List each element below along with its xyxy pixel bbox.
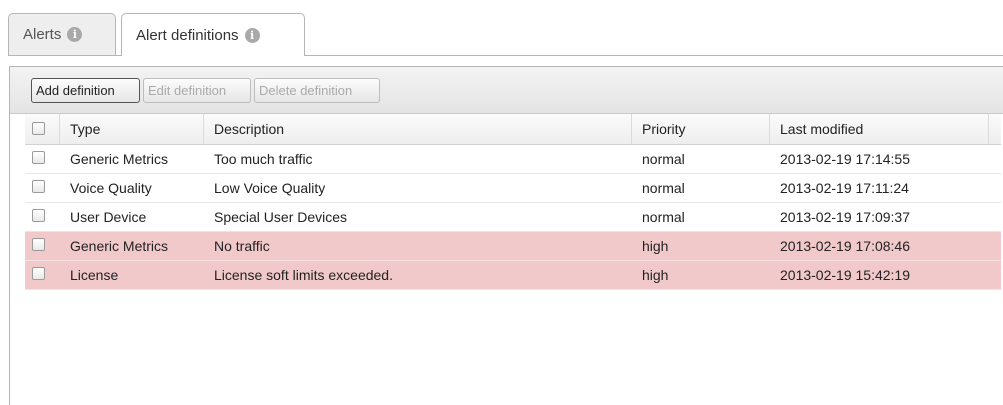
toolbar: Add definition Edit definition Delete de… (10, 67, 1003, 114)
definitions-table: Type Description Priority Last modified … (25, 114, 1001, 290)
row-select-cell (25, 203, 60, 231)
column-header-description[interactable]: Description (204, 114, 632, 144)
select-all-cell (25, 114, 60, 144)
table-row[interactable]: Generic Metrics No traffic high 2013-02-19 … (25, 232, 1001, 261)
table-header: Type Description Priority Last modified (25, 114, 1001, 145)
cell-priority: normal (642, 151, 685, 167)
cell-type: Generic Metrics (70, 238, 169, 254)
row-select-cell (25, 232, 60, 260)
select-all-checkbox[interactable] (32, 122, 45, 135)
edit-definition-button[interactable]: Edit definition (143, 78, 251, 103)
cell-last-modified: 2013-02-19 17:08:46 (780, 238, 910, 254)
cell-description: Special User Devices (214, 209, 348, 225)
alert-definitions-panel: Add definition Edit definition Delete de… (9, 66, 1003, 405)
row-checkbox[interactable] (32, 151, 45, 164)
cell-last-modified: 2013-02-19 17:09:37 (780, 209, 910, 225)
cell-description: Low Voice Quality (214, 180, 326, 196)
cell-description: No traffic (214, 238, 270, 254)
tab-alerts[interactable]: Alerts i (8, 13, 116, 55)
column-header-priority[interactable]: Priority (632, 114, 770, 144)
table-row[interactable]: License License soft limits exceeded. high… (25, 261, 1001, 290)
row-checkbox[interactable] (32, 180, 45, 193)
table-row[interactable]: User Device Special User Devices normal 201… (25, 203, 1001, 232)
row-checkbox[interactable] (32, 209, 45, 222)
cell-priority: normal (642, 209, 685, 225)
add-definition-button[interactable]: Add definition (31, 78, 140, 103)
cell-type: License (70, 267, 119, 283)
table-row[interactable]: Voice Quality Low Voice Quality normal 2013… (25, 174, 1001, 203)
column-header-last-modified[interactable]: Last modified (770, 114, 989, 144)
cell-last-modified: 2013-02-19 17:11:24 (780, 180, 909, 196)
cell-type: Generic Metrics (70, 151, 169, 167)
cell-priority: normal (642, 180, 685, 196)
cell-last-modified: 2013-02-19 17:14:55 (780, 151, 910, 167)
info-icon[interactable]: i (244, 27, 260, 43)
tab-bar: Alerts i Alert definitions i (0, 0, 1003, 56)
column-header-spacer (989, 114, 1001, 144)
row-select-cell (25, 261, 60, 289)
tab-alert-definitions-label: Alert definitions (136, 26, 239, 44)
row-select-cell (25, 145, 60, 173)
table-body: Generic Metrics Too much traffic normal 201… (25, 145, 1001, 290)
cell-type: User Device (70, 209, 147, 225)
info-icon[interactable]: i (67, 27, 83, 42)
table-row[interactable]: Generic Metrics Too much traffic normal 201… (25, 145, 1001, 174)
cell-description: Too much traffic (214, 151, 313, 167)
row-checkbox[interactable] (32, 267, 45, 280)
cell-description: License soft limits exceeded. (214, 267, 393, 283)
delete-definition-button[interactable]: Delete definition (254, 78, 380, 103)
cell-type: Voice Quality (70, 180, 152, 196)
tab-alert-definitions[interactable]: Alert definitions i (121, 13, 305, 56)
cell-priority: high (642, 267, 669, 283)
cell-last-modified: 2013-02-19 15:42:19 (780, 267, 910, 283)
tab-alerts-label: Alerts (23, 26, 62, 43)
column-header-type[interactable]: Type (60, 114, 204, 144)
cell-priority: high (642, 238, 669, 254)
row-checkbox[interactable] (32, 238, 45, 251)
row-select-cell (25, 174, 60, 202)
